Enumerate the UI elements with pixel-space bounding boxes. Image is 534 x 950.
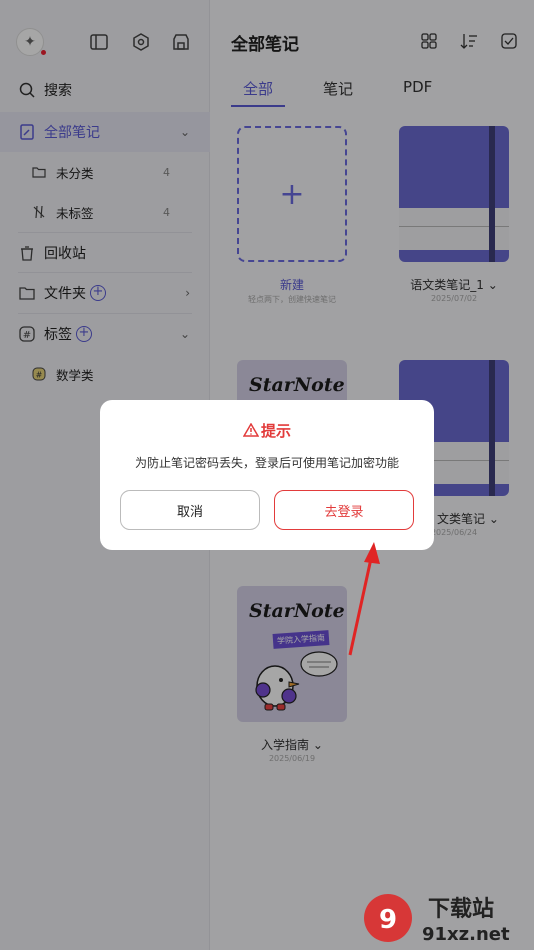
- dialog-title: 提示: [100, 420, 434, 441]
- warning-icon: [242, 422, 260, 437]
- login-prompt-dialog: 提示 为防止笔记密码丢失，登录后可使用笔记加密功能 取消 去登录: [100, 400, 434, 550]
- annotation-arrow: [348, 542, 380, 656]
- site-watermark: 9 下载站 91xz.net: [360, 890, 530, 946]
- watermark-text-top: 下载站: [428, 896, 494, 922]
- login-button[interactable]: 去登录: [274, 490, 414, 530]
- dialog-message: 为防止笔记密码丢失，登录后可使用笔记加密功能: [134, 456, 399, 470]
- watermark-text-bottom: 91xz.net: [422, 924, 510, 945]
- svg-text:9: 9: [379, 905, 397, 935]
- cancel-button[interactable]: 取消: [120, 490, 260, 530]
